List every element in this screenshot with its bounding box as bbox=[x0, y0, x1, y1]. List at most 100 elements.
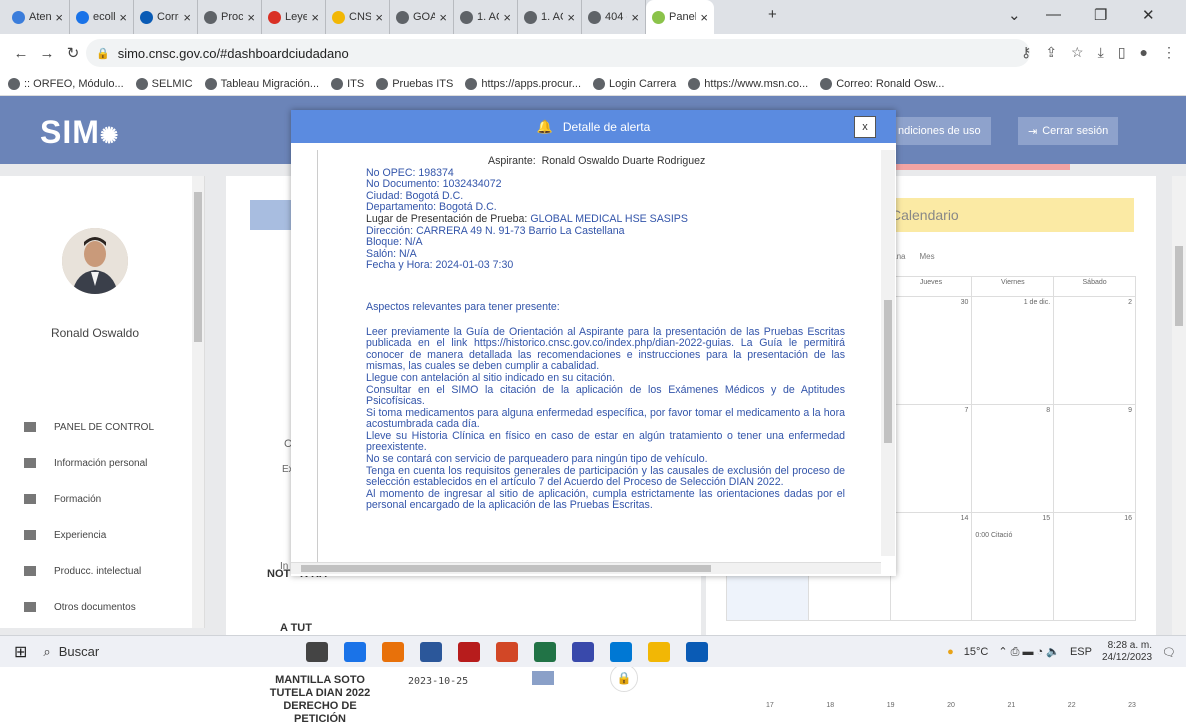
bookmark[interactable]: ITS bbox=[331, 77, 364, 90]
page-scrollbar[interactable] bbox=[1172, 176, 1186, 635]
taskbar-app-icon[interactable] bbox=[496, 642, 518, 662]
bookmark-icon bbox=[593, 77, 605, 90]
browser-tab[interactable]: GOA_ × bbox=[390, 0, 454, 34]
calendar-day-header: Jueves bbox=[889, 276, 973, 297]
logout-button[interactable]: ⇥ Cerrar sesión bbox=[1018, 117, 1119, 145]
calendar-cell[interactable]: 30 bbox=[889, 296, 973, 405]
detail-line: Bloque: N/A bbox=[366, 236, 423, 249]
tab-close-icon[interactable]: × bbox=[700, 10, 708, 25]
taskbar-app-icon[interactable] bbox=[610, 642, 632, 662]
taskbar-search[interactable]: ⌕ Buscar bbox=[43, 644, 283, 660]
taskbar-app-icon[interactable] bbox=[382, 642, 404, 662]
calendar-cell[interactable]: 15 0:00 Citació bbox=[971, 512, 1055, 621]
tab-close-icon[interactable]: × bbox=[119, 10, 127, 25]
bookmark[interactable]: Correo: Ronald Osw... bbox=[820, 77, 944, 90]
conditions-button[interactable]: ndiciones de uso bbox=[888, 117, 991, 145]
share-icon[interactable]: ⇪ bbox=[1045, 44, 1057, 61]
star-icon[interactable]: ☆ bbox=[1071, 44, 1084, 61]
tab-close-icon[interactable]: × bbox=[183, 10, 191, 25]
calendar-cell[interactable]: 7 bbox=[889, 404, 973, 513]
taskbar-app-icon[interactable] bbox=[534, 642, 556, 662]
calendar-cell[interactable]: 9 bbox=[1053, 404, 1136, 513]
calendar-cell[interactable]: 2 bbox=[1053, 296, 1136, 405]
tab-search-icon[interactable]: ⌄ bbox=[1008, 6, 1021, 24]
tab-close-icon[interactable]: × bbox=[247, 10, 255, 25]
taskbar-app-icon[interactable] bbox=[306, 642, 328, 662]
minimize-button[interactable]: — bbox=[1046, 6, 1061, 23]
browser-tab[interactable]: ecolle× bbox=[70, 0, 134, 34]
bookmark[interactable]: https://apps.procur... bbox=[465, 77, 581, 90]
browser-tab[interactable]: 404 - × bbox=[582, 0, 646, 34]
reload-icon[interactable]: ↻ bbox=[60, 44, 86, 62]
tab-close-icon[interactable]: × bbox=[311, 10, 319, 25]
tray-icons[interactable]: ⌃ ⎙ ▬ ◔ 🔈 bbox=[998, 645, 1060, 659]
browser-tab[interactable]: Corre × bbox=[134, 0, 198, 34]
sidebar-item[interactable]: Formación bbox=[24, 481, 154, 517]
calendar-cell[interactable]: 8 bbox=[971, 404, 1055, 513]
sidepanel-icon[interactable]: ▯ bbox=[1118, 44, 1126, 61]
taskbar-app-icon[interactable] bbox=[420, 642, 442, 662]
forward-icon[interactable]: → bbox=[34, 45, 60, 62]
close-button[interactable]: x bbox=[854, 116, 876, 138]
taskbar-app-icon[interactable] bbox=[458, 642, 480, 662]
calendar-cell[interactable]: 1 de dic. bbox=[971, 296, 1055, 405]
restore-button[interactable]: ❐ bbox=[1094, 6, 1107, 24]
tab-close-icon[interactable]: × bbox=[375, 10, 383, 25]
calendar-cell[interactable]: 14 bbox=[889, 512, 973, 621]
back-icon[interactable]: ← bbox=[8, 45, 34, 62]
close-window-button[interactable]: ✕ bbox=[1142, 6, 1155, 24]
bookmark[interactable]: SELMIC bbox=[135, 77, 193, 90]
tab-label: 404 - bbox=[605, 11, 627, 23]
download-icon[interactable]: ⤓ bbox=[1098, 44, 1104, 61]
new-tab-button[interactable]: + bbox=[768, 6, 777, 23]
browser-tab[interactable]: 1. ACI × bbox=[454, 0, 518, 34]
bookmark[interactable]: https://www.msn.co... bbox=[688, 77, 808, 90]
browser-tab[interactable]: Atenc× bbox=[6, 0, 70, 34]
bookmark[interactable]: Login Carrera bbox=[593, 77, 676, 90]
taskbar-app-icon[interactable] bbox=[572, 642, 594, 662]
tab-close-icon[interactable]: × bbox=[55, 10, 63, 25]
sidebar-item[interactable]: Producc. intelectual bbox=[24, 553, 154, 589]
browser-tab[interactable]: Proce× bbox=[198, 0, 262, 34]
sidebar-item[interactable]: Información personal bbox=[24, 445, 154, 481]
key-icon[interactable]: ⚷ bbox=[1021, 44, 1031, 61]
bookmark[interactable]: Pruebas ITS bbox=[376, 77, 453, 90]
avatar bbox=[62, 228, 128, 294]
view-month-button[interactable]: Mes bbox=[919, 252, 934, 261]
browser-tab[interactable]: CNSC × bbox=[326, 0, 390, 34]
bookmark[interactable]: Tableau Migración... bbox=[204, 77, 319, 90]
tab-close-icon[interactable]: × bbox=[439, 10, 447, 25]
profile-icon[interactable]: ● bbox=[1140, 44, 1148, 61]
calendar-cell[interactable]: 16 bbox=[1053, 512, 1136, 621]
modal-horizontal-scrollbar[interactable] bbox=[291, 562, 881, 574]
tab-close-icon[interactable]: × bbox=[631, 10, 639, 25]
sidebar-item[interactable]: Experiencia bbox=[24, 517, 154, 553]
bookmark[interactable]: :: ORFEO, Módulo... bbox=[8, 77, 124, 90]
browser-tab[interactable]: Panel × bbox=[646, 0, 714, 34]
sidebar-item[interactable]: PANEL DE CONTROL bbox=[24, 409, 154, 445]
aspect-paragraph: Consultar en el SIMO la citación de la a… bbox=[366, 383, 845, 408]
sidebar-scrollbar[interactable] bbox=[192, 176, 204, 628]
tab-close-icon[interactable]: × bbox=[567, 10, 575, 25]
url-text: simo.cnsc.gov.co/#dashboardciudadano bbox=[117, 45, 349, 61]
tab-favicon-icon bbox=[460, 10, 473, 24]
browser-tab[interactable]: Leyes × bbox=[262, 0, 326, 34]
mail-icon[interactable] bbox=[532, 671, 554, 685]
browser-tab[interactable]: 1. ACI × bbox=[518, 0, 582, 34]
sidebar-item[interactable]: Otros documentos bbox=[24, 589, 154, 625]
taskbar-app-icon[interactable] bbox=[686, 642, 708, 662]
lock-icon[interactable]: 🔒 bbox=[610, 664, 638, 692]
clock[interactable]: 8:28 a. m. 24/12/2023 bbox=[1102, 640, 1152, 664]
taskbar-app-icon[interactable] bbox=[648, 642, 670, 662]
tab-label: CNSC bbox=[349, 11, 371, 23]
notification-icon[interactable]: 🗨 bbox=[1162, 646, 1176, 659]
url-input[interactable]: 🔒 simo.cnsc.gov.co/#dashboardciudadano bbox=[86, 39, 1030, 67]
modal-vertical-scrollbar[interactable] bbox=[881, 150, 895, 556]
language[interactable]: ESP bbox=[1070, 646, 1092, 658]
windows-start-icon[interactable]: ⊞ bbox=[14, 642, 27, 662]
menu-icon[interactable]: ⋮ bbox=[1162, 44, 1176, 61]
tab-close-icon[interactable]: × bbox=[503, 10, 511, 25]
simo-logo[interactable]: SIM✺ bbox=[40, 114, 119, 151]
taskbar-app-icon[interactable] bbox=[344, 642, 366, 662]
calendar-event[interactable]: 0:00 Citació bbox=[975, 532, 1050, 539]
